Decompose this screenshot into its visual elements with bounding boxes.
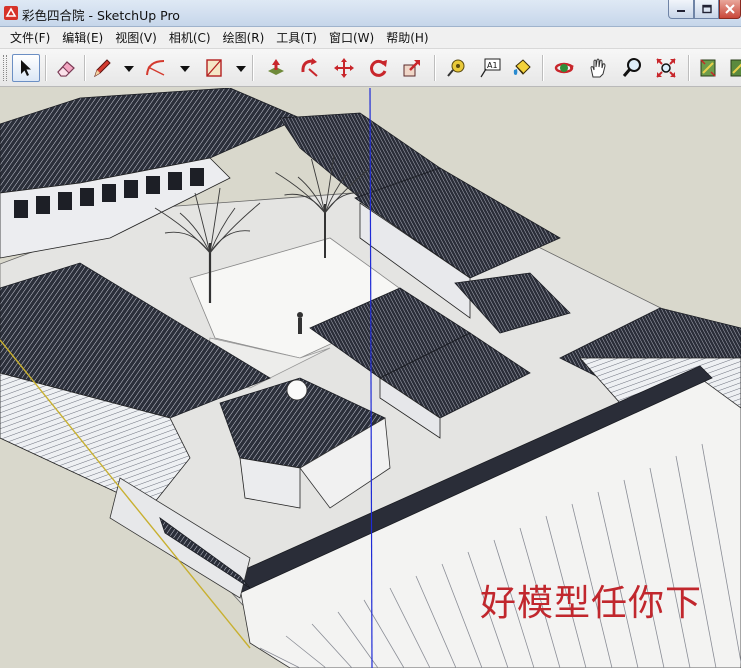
title-bar: 彩色四合院 - SketchUp Pro [0,0,741,27]
paint-bucket-icon [513,59,531,75]
push-pull-icon [268,59,284,75]
toolbar-separator [434,55,435,81]
maximize-icon [701,4,712,14]
next-view-icon [730,59,741,77]
north-hall-window [124,180,138,198]
svg-text:A1: A1 [487,61,498,70]
toolbar-separator [84,55,85,81]
arc-icon [146,60,165,76]
scale-icon [403,60,420,77]
tape-measure-icon [447,59,465,77]
minimize-icon [677,10,685,12]
north-hall-window [102,184,116,202]
menu-edit[interactable]: 编辑(E) [56,28,109,48]
rectangle-dropdown[interactable] [236,64,246,74]
move-icon [334,58,354,78]
north-hall-window [14,200,28,218]
close-icon [725,4,735,14]
menu-tools[interactable]: 工具(T) [270,28,323,48]
menu-view[interactable]: 视图(V) [109,28,163,48]
model-viewport[interactable]: 好模型任你下 [0,88,741,668]
rectangle-tool-button[interactable] [200,54,228,82]
menu-file[interactable]: 文件(F) [4,28,56,48]
north-hall-window [146,176,160,194]
arc-tool-button[interactable] [142,54,170,82]
menu-bar: 文件(F) 编辑(E) 视图(V) 相机(C) 绘图(R) 工具(T) 窗口(W… [0,27,741,49]
rotate-icon [301,58,318,77]
push-pull-tool-button[interactable] [262,54,290,82]
pan-icon [590,58,606,78]
zoom-extents-icon [656,58,676,78]
chevron-down-icon [236,66,246,72]
move-tool-button[interactable] [330,54,358,82]
north-hall-window [168,172,182,190]
north-hall-window [80,188,94,206]
toolbar-separator [542,55,543,81]
menu-help[interactable]: 帮助(H) [380,28,434,48]
toolbar-separator [252,55,253,81]
text-icon: A1 [480,58,501,78]
scale-tool-button[interactable] [398,54,426,82]
close-button[interactable] [719,0,741,19]
pencil-dropdown[interactable] [124,64,134,74]
zoom-icon [622,58,641,77]
rotate-tool-button[interactable] [296,54,324,82]
north-hall-window [58,192,72,210]
select-icon [21,60,31,76]
zoom-tool-button[interactable] [618,54,646,82]
previous-view-button[interactable] [694,54,722,82]
pencil-tool-button[interactable] [88,54,116,82]
menu-window[interactable]: 窗口(W) [323,28,380,48]
sketchup-logo-icon [4,6,18,20]
minimize-button[interactable] [668,0,694,19]
follow-me-icon [370,59,387,77]
previous-view-icon [700,59,716,77]
pan-tool-button[interactable] [584,54,612,82]
north-hall-window [190,168,204,186]
arc-dropdown[interactable] [180,64,190,74]
zoom-extents-tool-button[interactable] [652,54,680,82]
window-title: 彩色四合院 - SketchUp Pro [22,8,180,23]
north-hall-window [36,196,50,214]
maximize-button[interactable] [694,0,719,19]
toolbar-separator [688,55,689,81]
pencil-icon [94,59,111,78]
menu-draw[interactable]: 绘图(R) [217,28,271,48]
orbit-icon [554,62,574,74]
watermark-text: 好模型任你下 [480,583,703,624]
chevron-down-icon [180,66,190,72]
orbit-tool-button[interactable] [550,54,578,82]
courtyard-shrub [286,379,308,401]
scale-figure [298,318,302,334]
eraser-icon [57,61,75,77]
toolbar-separator [45,55,46,81]
next-view-button[interactable] [724,54,741,82]
rectangle-icon [206,59,222,77]
toolbar: A1 [0,49,741,87]
chevron-down-icon [124,66,134,72]
scale-figure-head [297,312,303,318]
select-tool-button[interactable] [12,54,40,82]
eraser-tool-button[interactable] [52,54,80,82]
tape-measure-tool-button[interactable] [442,54,470,82]
paint-bucket-tool-button[interactable] [508,54,536,82]
menu-camera[interactable]: 相机(C) [163,28,217,48]
text-tool-button[interactable]: A1 [476,54,504,82]
toolbar-grip[interactable] [3,55,7,81]
follow-me-tool-button[interactable] [364,54,392,82]
